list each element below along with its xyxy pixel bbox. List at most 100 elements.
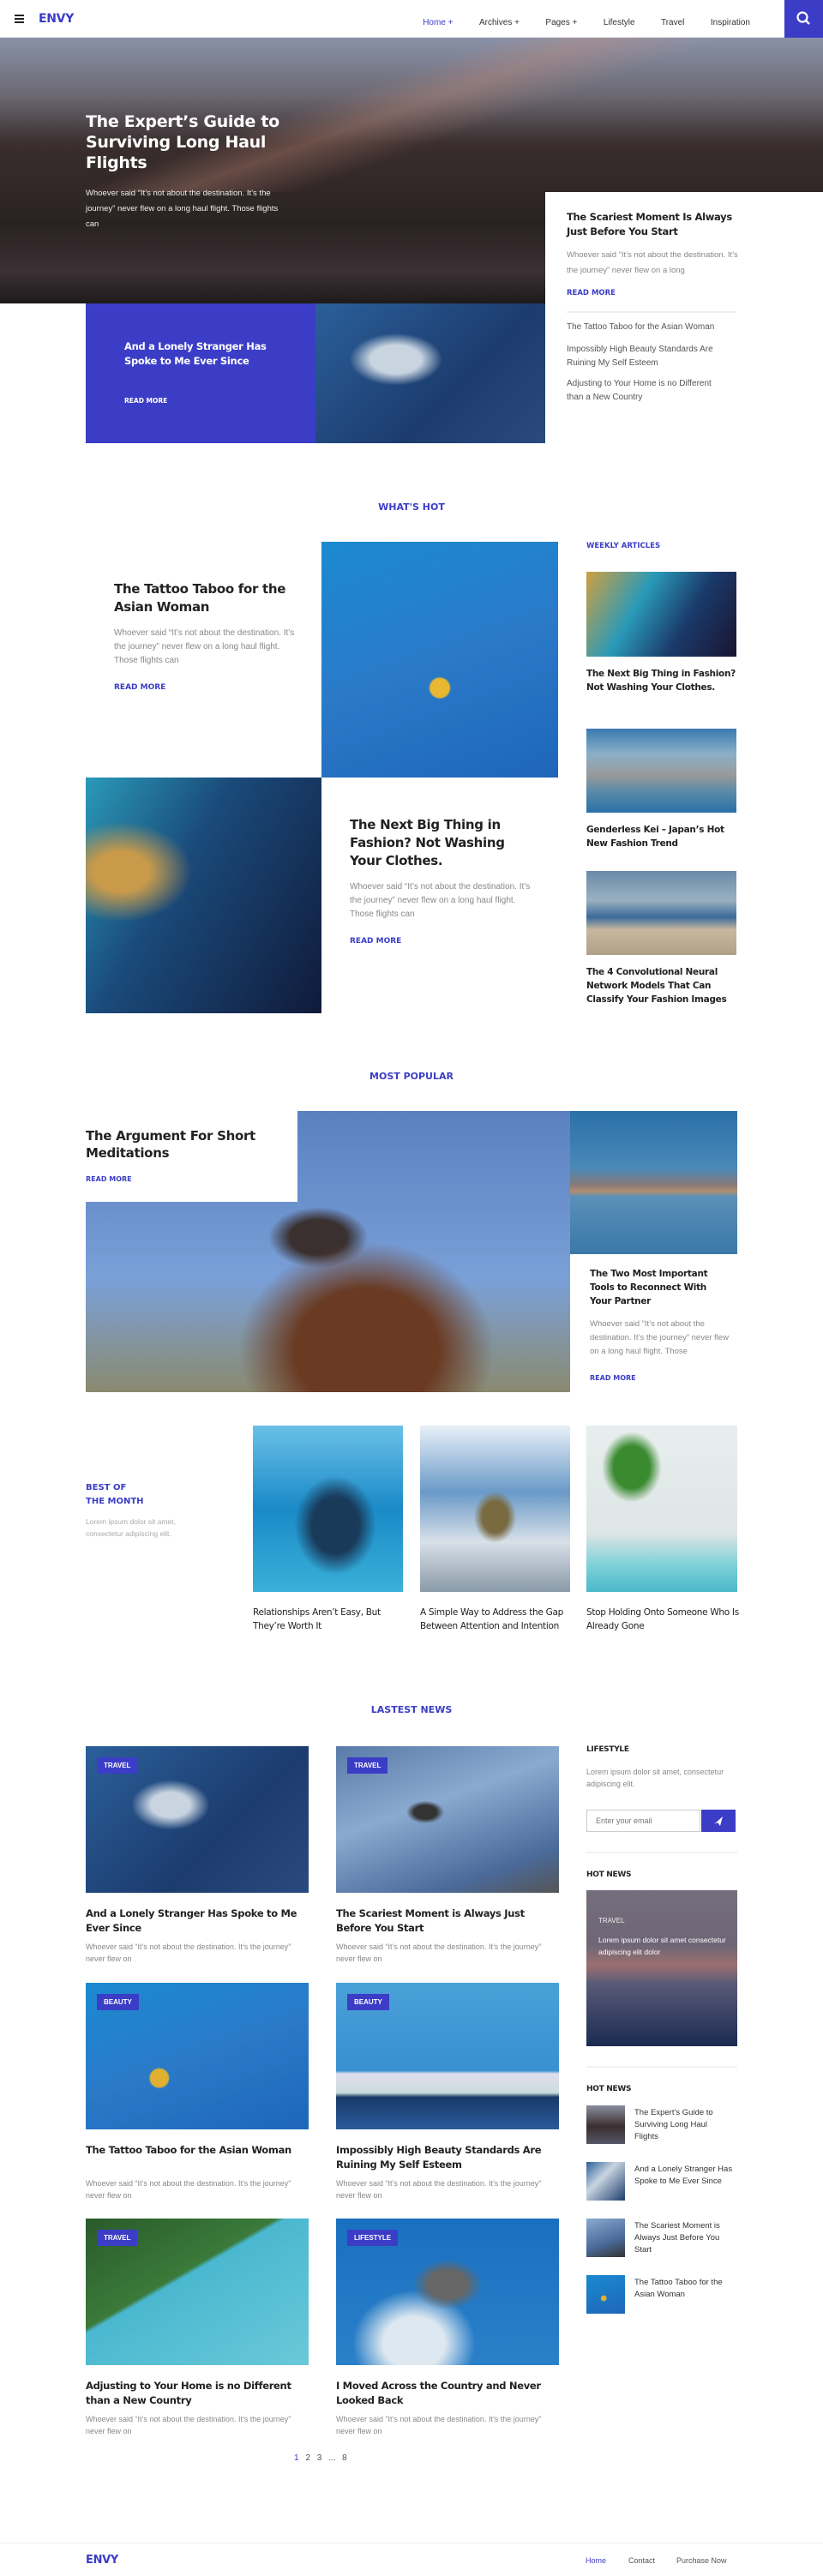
category-badge[interactable]: BEAUTY — [97, 1994, 139, 2010]
post-title[interactable]: The Tattoo Taboo for the Asian Woman — [86, 2143, 304, 2158]
nav-lifestyle[interactable]: Lifestyle — [604, 18, 635, 27]
weekly-articles-heading: WEEKLY ARTICLES — [586, 542, 661, 550]
category-badge[interactable]: TRAVEL — [347, 1757, 388, 1774]
lifestyle-text: Lorem ipsum dolor sit amet, consectetur … — [586, 1768, 724, 1788]
weekly-image[interactable] — [586, 572, 736, 657]
email-input[interactable] — [586, 1810, 700, 1832]
sea-lions-image[interactable] — [253, 1426, 403, 1592]
nav-travel[interactable]: Travel — [661, 18, 684, 27]
category-badge[interactable]: TRAVEL — [97, 1757, 138, 1774]
best-title[interactable]: Relationships Aren’t Easy, But They’re W… — [253, 1606, 405, 1633]
post-excerpt: Whoever said “It’s not about the destina… — [336, 1943, 542, 1963]
page-3[interactable]: 3 — [317, 2453, 322, 2463]
footer: ENVY Home Contact Purchase Now — [0, 2543, 823, 2576]
blue-feature-card[interactable] — [86, 303, 315, 443]
weekly-title[interactable]: The 4 Convolutional Neural Network Model… — [586, 965, 741, 1006]
post-title[interactable]: I Moved Across the Country and Never Loo… — [336, 2379, 555, 2408]
shark-mural-image[interactable] — [315, 303, 545, 443]
post-title[interactable]: And a Lonely Stranger Has Spoke to Me Ev… — [86, 1906, 304, 1936]
hot-news-thumbnail[interactable] — [586, 2275, 625, 2314]
weekly-title[interactable]: The Next Big Thing in Fashion? Not Washi… — [586, 667, 736, 694]
side-list-item[interactable]: Adjusting to Your Home is no Different t… — [567, 377, 721, 405]
nav-pages[interactable]: Pages + — [545, 18, 577, 27]
nav-inspiration[interactable]: Inspiration — [711, 18, 750, 27]
hot-news-item[interactable]: The Scariest Moment is Always Just Befor… — [634, 2220, 733, 2256]
hot-news-heading: HOT NEWS — [586, 1870, 632, 1879]
category-badge[interactable]: BEAUTY — [347, 1994, 389, 2010]
footer-link-purchase[interactable]: Purchase Now — [676, 2556, 727, 2565]
post-title[interactable]: The Tattoo Taboo for the Asian Woman — [114, 580, 303, 616]
hamburger-icon[interactable] — [15, 15, 24, 23]
hot-news-heading: HOT NEWS — [586, 2085, 632, 2093]
parrot-image[interactable] — [420, 1426, 570, 1592]
post-excerpt: Whoever said “It’s not about the destina… — [86, 2415, 291, 2435]
blue-card-title[interactable]: And a Lonely Stranger Has Spoke to Me Ev… — [124, 339, 279, 369]
pagination: 1 2 3 ... 8 — [294, 2453, 347, 2463]
hero-excerpt: Whoever said “It’s not about the destina… — [86, 189, 279, 229]
post-excerpt: Whoever said “It’s not about the destina… — [86, 2179, 291, 2200]
post-title[interactable]: Impossibly High Beauty Standards Are Rui… — [336, 2143, 555, 2172]
weekly-image[interactable] — [586, 729, 736, 813]
header: ENVY Home + Archives + Pages + Lifestyle… — [0, 0, 823, 38]
latest-news-heading: LASTEST NEWS — [370, 1704, 453, 1715]
nav-home[interactable]: Home + — [423, 18, 453, 27]
page-2[interactable]: 2 — [305, 2453, 310, 2463]
divider — [567, 311, 736, 313]
hot-news-card[interactable] — [586, 1890, 737, 2046]
hot-news-thumbnail[interactable] — [586, 2162, 625, 2201]
search-button[interactable] — [784, 0, 823, 38]
plant-image[interactable] — [586, 1426, 737, 1592]
post-title[interactable]: Adjusting to Your Home is no Different t… — [86, 2379, 304, 2408]
post-title[interactable]: The Next Big Thing in Fashion? Not Washi… — [350, 816, 538, 870]
weekly-title[interactable]: Genderless Kei – Japan’s Hot New Fashion… — [586, 823, 736, 850]
popular-side-title[interactable]: The Two Most Important Tools to Reconnec… — [590, 1267, 727, 1308]
post-title[interactable]: The Scariest Moment is Always Just Befor… — [336, 1906, 555, 1936]
side-list-item[interactable]: The Tattoo Taboo for the Asian Woman — [567, 320, 738, 335]
hot-news-item[interactable]: And a Lonely Stranger Has Spoke to Me Ev… — [634, 2164, 733, 2188]
best-of-month-text: Lorem ipsum dolor sit amet, consectetur … — [86, 1517, 176, 1538]
category-badge[interactable]: TRAVEL — [97, 2230, 138, 2246]
most-popular-heading: MOST POPULAR — [369, 1071, 454, 1082]
side-card-read-more[interactable]: READ MORE — [567, 289, 616, 297]
footer-link-home[interactable]: Home — [586, 2556, 606, 2565]
page-ellipsis: ... — [328, 2453, 336, 2463]
side-card-title[interactable]: The Scariest Moment Is Always Just Befor… — [567, 210, 742, 239]
post-excerpt: Whoever said “It’s not about the destina… — [114, 628, 295, 665]
read-more-link[interactable]: READ MORE — [114, 683, 165, 692]
read-more-link[interactable]: READ MORE — [590, 1374, 636, 1382]
footer-link-contact[interactable]: Contact — [628, 2556, 655, 2565]
post-excerpt: Whoever said “It’s not about the destina… — [336, 2415, 542, 2435]
popular-side-excerpt: Whoever said “It’s not about the destina… — [590, 1319, 729, 1356]
pool-pineapple-image[interactable] — [321, 542, 558, 778]
logo[interactable]: ENVY — [39, 12, 74, 26]
popular-main-title[interactable]: The Argument For Short Meditations — [86, 1127, 283, 1162]
read-more-link[interactable]: READ MORE — [350, 937, 401, 946]
main-nav: Home + Archives + Pages + Lifestyle Trav… — [400, 14, 750, 29]
hot-news-thumbnail[interactable] — [586, 2219, 625, 2257]
hot-news-item[interactable]: The Expert’s Guide to Surviving Long Hau… — [634, 2107, 733, 2143]
post-excerpt: Whoever said “It’s not about the destina… — [336, 2179, 542, 2200]
ocean-aerial-image[interactable] — [86, 778, 321, 1013]
divider — [586, 1852, 737, 1853]
best-title[interactable]: Stop Holding Onto Someone Who Is Already… — [586, 1606, 739, 1633]
page-8[interactable]: 8 — [342, 2453, 347, 2463]
flamingo-lake-image[interactable] — [570, 1111, 737, 1254]
best-of-month-heading: BEST OF THE MONTH — [86, 1483, 144, 1506]
hero-title[interactable]: The Expert’s Guide to Surviving Long Hau… — [86, 111, 291, 173]
page-1[interactable]: 1 — [294, 2453, 299, 2463]
category-badge[interactable]: LIFESTYLE — [347, 2230, 399, 2246]
hot-card-text: Lorem ipsum dolor sit amet consectetur a… — [598, 1936, 726, 1956]
hot-news-thumbnail[interactable] — [586, 2105, 625, 2144]
subscribe-button[interactable] — [701, 1810, 736, 1832]
hot-card-badge: TRAVEL — [598, 1917, 625, 1924]
blue-card-read-more[interactable]: READ MORE — [124, 397, 167, 405]
hot-news-item[interactable]: The Tattoo Taboo for the Asian Woman — [634, 2277, 733, 2301]
read-more-link[interactable]: READ MORE — [86, 1175, 132, 1183]
side-list-item[interactable]: Impossibly High Beauty Standards Are Rui… — [567, 343, 721, 370]
nav-archives[interactable]: Archives + — [479, 18, 520, 27]
weekly-image[interactable] — [586, 871, 736, 955]
best-title[interactable]: A Simple Way to Address the Gap Between … — [420, 1606, 573, 1633]
footer-logo[interactable]: ENVY — [86, 2554, 118, 2567]
search-icon — [796, 11, 810, 25]
post-excerpt: Whoever said “It’s not about the destina… — [350, 882, 531, 919]
